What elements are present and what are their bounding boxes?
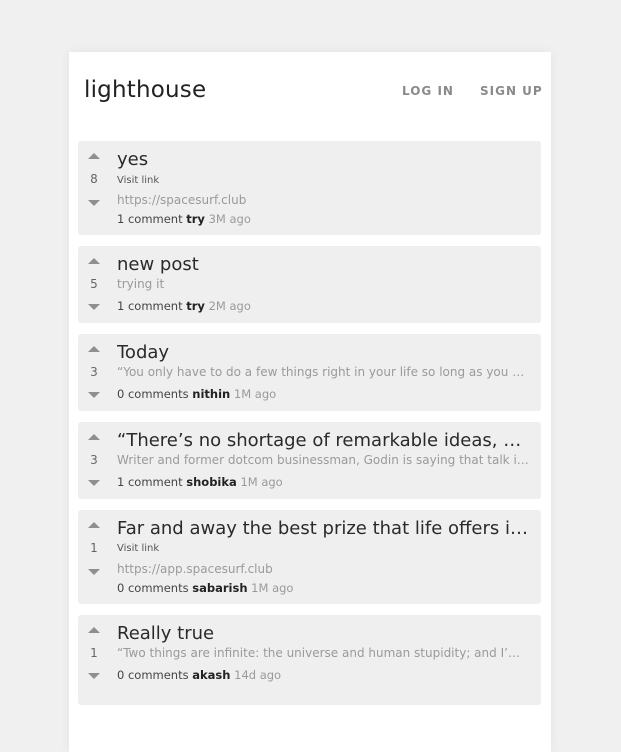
post-meta: 1 comment try 2M ago	[117, 299, 251, 313]
post-author[interactable]: sabarish	[192, 581, 247, 595]
post-score: 3	[90, 365, 98, 379]
header: lighthouse LOG IN SIGN UP	[69, 52, 551, 141]
downvote-icon[interactable]	[88, 392, 100, 398]
post-description: “Two things are infinite: the universe a…	[117, 646, 531, 660]
post-url: https://spacesurf.club	[117, 193, 247, 207]
comments-link[interactable]: 0 comments	[117, 668, 189, 682]
downvote-icon[interactable]	[88, 200, 100, 206]
post-time: 3M ago	[208, 212, 251, 226]
post-description: trying it	[117, 277, 165, 291]
post-score: 5	[90, 277, 98, 291]
upvote-icon[interactable]	[88, 434, 100, 440]
post-score: 1	[90, 541, 98, 555]
post-title[interactable]: Today	[117, 342, 531, 363]
post-item: 3 “There’s no shortage of remarkable ide…	[78, 422, 541, 499]
downvote-icon[interactable]	[88, 480, 100, 486]
post-item: 5 new post trying it 1 comment try 2M ag…	[78, 246, 541, 323]
comments-link[interactable]: 1 comment	[117, 299, 183, 313]
upvote-icon[interactable]	[88, 627, 100, 633]
post-item: 3 Today “You only have to do a few thing…	[78, 334, 541, 411]
main-card: lighthouse LOG IN SIGN UP 8 yes Visit li…	[69, 52, 551, 752]
post-meta: 1 comment try 3M ago	[117, 212, 251, 226]
visit-link[interactable]: Visit link	[117, 543, 159, 554]
post-title[interactable]: Really true	[117, 623, 531, 644]
post-time: 14d ago	[234, 668, 282, 682]
post-score: 1	[90, 646, 98, 660]
post-title[interactable]: new post	[117, 254, 531, 275]
post-author[interactable]: nithin	[192, 387, 230, 401]
downvote-icon[interactable]	[88, 673, 100, 679]
post-description: “You only have to do a few things right …	[117, 365, 531, 379]
downvote-icon[interactable]	[88, 569, 100, 575]
post-author[interactable]: try	[186, 299, 205, 313]
post-author[interactable]: akash	[192, 668, 230, 682]
comments-link[interactable]: 0 comments	[117, 581, 189, 595]
post-meta: 0 comments sabarish 1M ago	[117, 581, 293, 595]
post-description: Writer and former dotcom businessman, Go…	[117, 453, 531, 467]
post-meta: 1 comment shobika 1M ago	[117, 475, 283, 489]
post-item: 8 yes Visit link https://spacesurf.club …	[78, 141, 541, 235]
post-time: 1M ago	[233, 387, 277, 401]
comments-link[interactable]: 1 comment	[117, 212, 183, 226]
post-item: 1 Far and away the best prize that life …	[78, 510, 541, 604]
post-score: 3	[90, 453, 98, 467]
post-url: https://app.spacesurf.club	[117, 562, 273, 576]
post-time: 2M ago	[208, 299, 251, 313]
post-meta: 0 comments nithin 1M ago	[117, 387, 276, 401]
post-author[interactable]: shobika	[186, 475, 237, 489]
visit-link[interactable]: Visit link	[117, 175, 159, 186]
upvote-icon[interactable]	[88, 522, 100, 528]
post-time: 1M ago	[251, 581, 294, 595]
comments-link[interactable]: 0 comments	[117, 387, 189, 401]
downvote-icon[interactable]	[88, 304, 100, 310]
post-score: 8	[90, 172, 98, 186]
upvote-icon[interactable]	[88, 258, 100, 264]
brand-logo[interactable]: lighthouse	[84, 77, 206, 103]
post-title[interactable]: Far and away the best prize that life of…	[117, 518, 531, 539]
post-time: 1M ago	[240, 475, 283, 489]
upvote-icon[interactable]	[88, 153, 100, 159]
post-title[interactable]: “There’s no shortage of remarkable ideas…	[117, 430, 531, 451]
post-title[interactable]: yes	[117, 149, 531, 170]
post-author[interactable]: try	[186, 212, 205, 226]
upvote-icon[interactable]	[88, 346, 100, 352]
login-link[interactable]: LOG IN	[402, 84, 454, 98]
comments-link[interactable]: 1 comment	[117, 475, 183, 489]
post-item: 1 Really true “Two things are infinite: …	[78, 615, 541, 705]
post-meta: 0 comments akash 14d ago	[117, 668, 281, 682]
signup-link[interactable]: SIGN UP	[480, 84, 543, 98]
